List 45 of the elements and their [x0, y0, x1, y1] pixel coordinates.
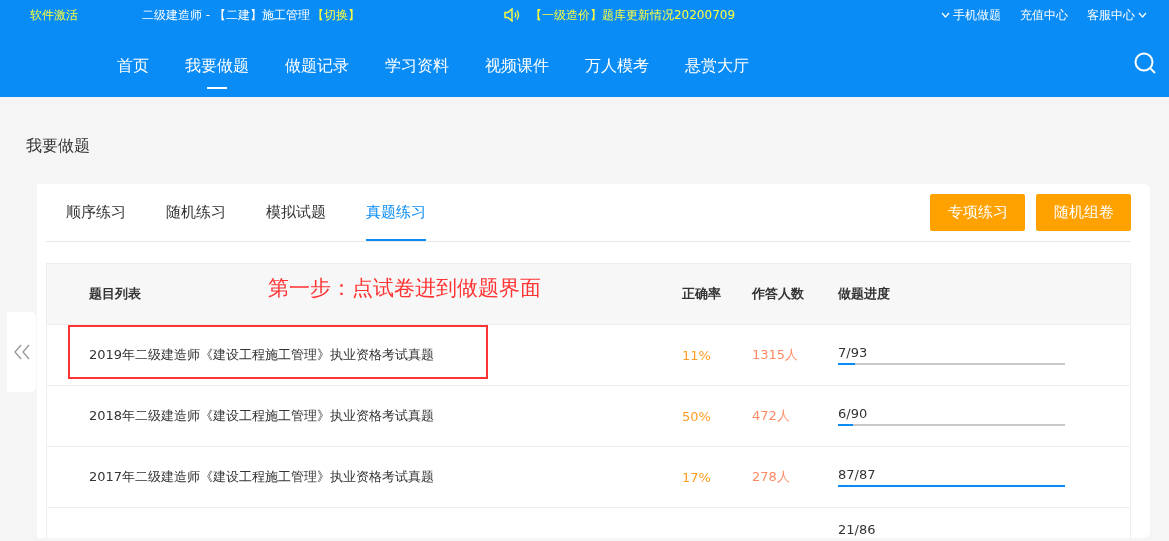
- notice-link[interactable]: 【一级造价】题库更新情况20200709: [529, 6, 736, 24]
- header-link[interactable]: 手机做题: [941, 6, 1001, 24]
- caret-icon: [941, 12, 950, 18]
- page-title: 我要做题: [26, 136, 91, 157]
- software-activation-link[interactable]: 软件激活: [30, 6, 142, 24]
- answer-count: 1315人: [752, 346, 800, 364]
- search-icon[interactable]: [1134, 52, 1156, 74]
- nav-tab[interactable]: 视频课件: [485, 46, 549, 89]
- header-link[interactable]: 充值中心: [1020, 6, 1068, 24]
- accuracy-rate: 11%: [682, 347, 712, 363]
- speaker-icon: [503, 8, 520, 22]
- exam-title-link[interactable]: 2018年二级建造师《建设工程施工管理》执业资格考试真题: [47, 407, 435, 425]
- progress-text: 21/86: [838, 522, 877, 537]
- caret-icon: [1138, 12, 1147, 18]
- nav-tab[interactable]: 做题记录: [285, 46, 349, 89]
- column-header: 做题进度: [838, 285, 891, 303]
- collapse-button[interactable]: [7, 312, 36, 392]
- nav-tab[interactable]: 我要做题: [185, 46, 249, 89]
- practice-tab[interactable]: 模拟试题: [266, 194, 326, 241]
- practice-tab[interactable]: 真题练习: [366, 194, 426, 241]
- nav-tab[interactable]: 悬赏大厅: [685, 46, 749, 89]
- course-name: 二级建造师 - 【二建】施工管理: [142, 6, 310, 24]
- answer-count: 472人: [752, 407, 791, 425]
- practice-button[interactable]: 随机组卷: [1036, 194, 1131, 231]
- header-link[interactable]: 客服中心: [1087, 6, 1147, 24]
- exam-title-link[interactable]: 2019年二级建造师《建设工程施工管理》执业资格考试真题: [47, 346, 435, 364]
- switch-link[interactable]: 【切换】: [311, 6, 360, 24]
- nav-tab[interactable]: 学习资料: [385, 46, 449, 89]
- exam-title-link[interactable]: 2017年二级建造师《建设工程施工管理》执业资格考试真题: [47, 468, 435, 486]
- progress-text: 7/93: [838, 345, 869, 360]
- column-header: 正确率: [682, 285, 722, 303]
- practice-button[interactable]: 专项练习: [930, 194, 1025, 231]
- practice-tab[interactable]: 随机练习: [166, 194, 226, 241]
- progress-text: 87/87: [838, 467, 877, 482]
- column-header: 作答人数: [752, 285, 805, 303]
- accuracy-rate: 50%: [682, 408, 712, 424]
- progress-text: 6/90: [838, 406, 869, 421]
- accuracy-rate: 17%: [682, 469, 712, 485]
- practice-tab[interactable]: 顺序练习: [66, 194, 126, 241]
- nav-tab[interactable]: 万人模考: [585, 46, 649, 89]
- double-chevron-left-icon: [12, 343, 31, 361]
- nav-tab[interactable]: 首页: [117, 46, 149, 89]
- answer-count: 278人: [752, 468, 791, 486]
- annotation-text: 第一步：点试卷进到做题界面: [268, 275, 541, 302]
- column-header: 题目列表: [89, 285, 141, 303]
